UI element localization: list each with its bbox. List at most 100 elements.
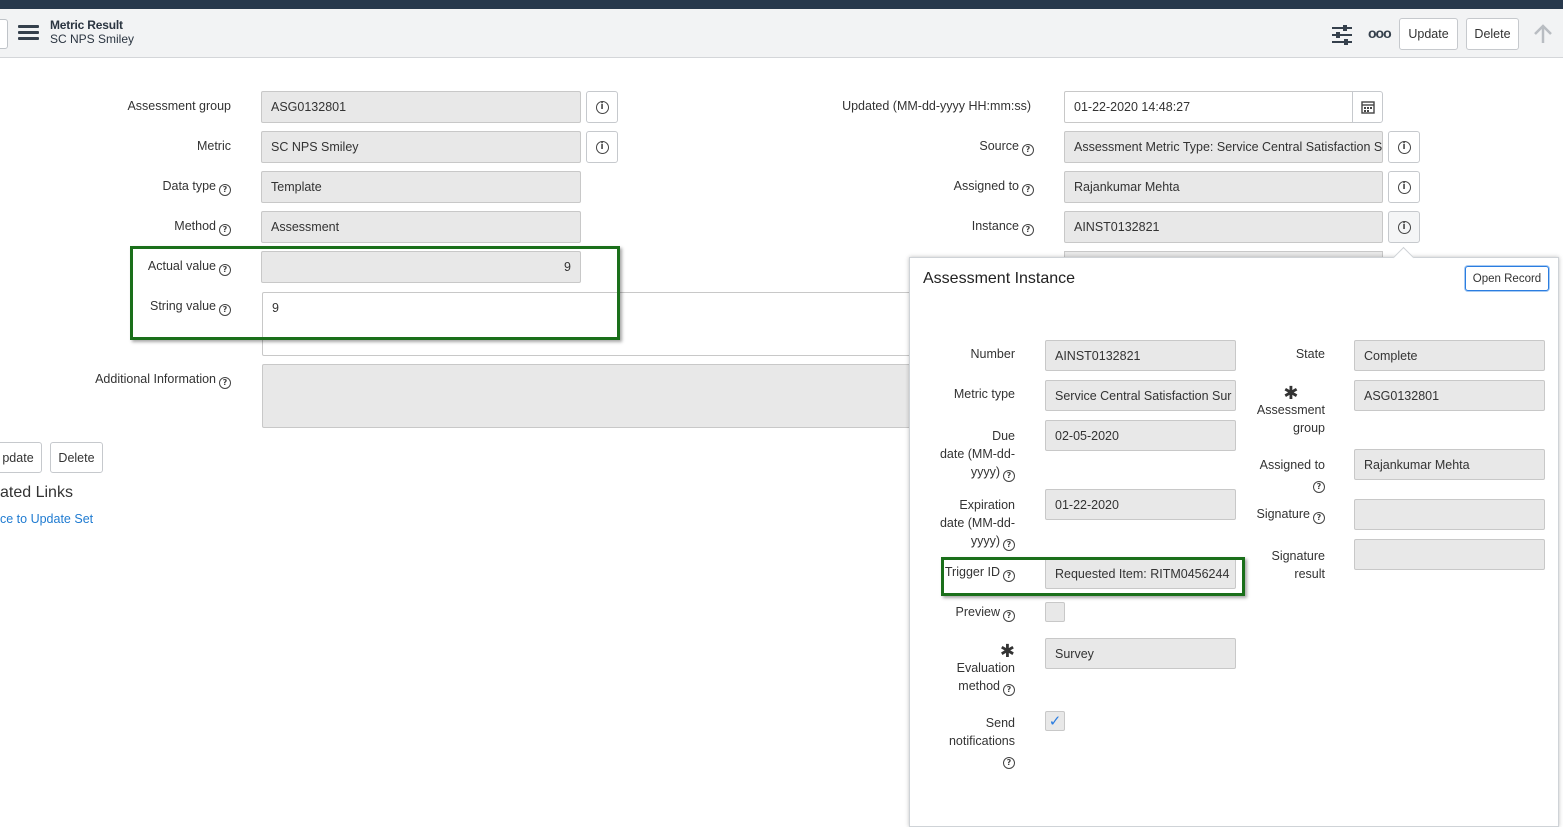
help-icon[interactable]: ? — [1022, 224, 1034, 236]
number-label: Number — [970, 347, 1015, 361]
evaluation-method-field[interactable]: Survey — [1045, 638, 1236, 669]
due-date-label-line2: date (MM-dd- — [939, 447, 1015, 461]
popup-assigned-to-label: Assigned to — [1259, 458, 1325, 472]
preview-checkbox[interactable] — [1045, 602, 1065, 622]
help-icon[interactable]: ? — [1003, 470, 1015, 482]
signature-label-wrap: Signature? — [1256, 507, 1325, 524]
update-set-link[interactable]: ce to Update Set — [0, 512, 93, 526]
assigned-to-label-wrap: Assigned to? — [954, 179, 1034, 196]
help-icon[interactable]: ? — [1003, 539, 1015, 551]
assessment-group-label: Assessment group — [127, 99, 231, 113]
info-icon: i — [595, 100, 609, 114]
source-info-button[interactable]: i — [1388, 131, 1420, 163]
state-label: State — [1295, 347, 1325, 361]
eval-method-label-line1: Evaluation — [956, 661, 1015, 675]
method-field[interactable]: Assessment — [261, 211, 581, 243]
info-icon: i — [1397, 140, 1411, 154]
signature-label: Signature — [1256, 507, 1310, 521]
record-type-title: Metric Result — [50, 18, 123, 32]
help-icon[interactable]: ? — [219, 224, 231, 236]
signature-result-field[interactable] — [1354, 539, 1545, 570]
info-icon: i — [1397, 180, 1411, 194]
metric-field[interactable]: SC NPS Smiley — [261, 131, 581, 163]
evaluation-method-label-wrap: ✱ Evaluation method? — [956, 643, 1015, 696]
assessment-group-info-button[interactable]: i — [586, 91, 618, 123]
source-field[interactable]: Assessment Metric Type: Service Central … — [1064, 131, 1383, 163]
more-options-icon[interactable]: ooo — [1368, 25, 1392, 41]
due-date-label-line3: yyyy) — [970, 465, 1000, 479]
record-display-value: SC NPS Smiley — [50, 32, 135, 46]
help-icon[interactable]: ? — [1022, 144, 1034, 156]
popup-assigned-to-field[interactable]: Rajankumar Mehta — [1354, 449, 1545, 480]
form-header — [0, 9, 1563, 58]
source-label: Source — [979, 139, 1019, 153]
expiration-label-line3: yyyy) — [970, 534, 1000, 548]
instance-info-button[interactable]: i — [1388, 211, 1420, 243]
due-date-field[interactable]: 02-05-2020 — [1045, 420, 1236, 451]
metric-label: Metric — [196, 139, 231, 153]
due-date-label-wrap: Due date (MM-dd- yyyy)? — [940, 427, 1015, 482]
assigned-to-info-button[interactable]: i — [1388, 171, 1420, 203]
popup-assessment-group-field[interactable]: ASG0132801 — [1354, 380, 1545, 411]
help-icon[interactable]: ? — [1313, 481, 1325, 493]
arrow-up-icon[interactable] — [1532, 23, 1554, 48]
expiration-date-field[interactable]: 01-22-2020 — [1045, 489, 1236, 520]
data-type-label-wrap: Data type? — [162, 179, 231, 196]
data-type-field[interactable]: Template — [261, 171, 581, 203]
help-icon[interactable]: ? — [1022, 184, 1034, 196]
required-icon: ✱ — [1283, 383, 1299, 404]
send-notifications-checkbox[interactable]: ✓ — [1045, 711, 1065, 731]
metric-info-button[interactable]: i — [586, 131, 618, 163]
help-icon[interactable]: ? — [219, 184, 231, 196]
updated-field[interactable]: 01-22-2020 14:48:27 — [1064, 91, 1354, 123]
method-label-wrap: Method? — [174, 219, 231, 236]
popup-title: Assessment Instance — [923, 270, 1076, 287]
send-notif-label-line1: Send — [985, 716, 1015, 730]
help-icon[interactable]: ? — [1003, 610, 1015, 622]
send-notif-label-line2: notifications — [948, 734, 1015, 748]
footer-delete-button[interactable]: Delete — [50, 442, 103, 473]
info-icon: i — [595, 140, 609, 154]
popup-assessment-group-label-wrap: ✱ Assessment group — [1257, 383, 1325, 437]
info-icon: i — [1397, 220, 1411, 234]
popup-assigned-to-label-wrap: Assigned to ? — [1260, 456, 1325, 493]
popup-assessment-group-label-line2: group — [1293, 421, 1325, 435]
back-tab[interactable] — [0, 19, 8, 49]
due-date-label-line1: Due — [992, 429, 1015, 443]
help-icon[interactable]: ? — [1313, 512, 1325, 524]
header-delete-button[interactable]: Delete — [1466, 18, 1519, 50]
send-notifications-label-wrap: Send notifications ? — [949, 714, 1015, 769]
state-field[interactable]: Complete — [1354, 340, 1545, 371]
help-icon[interactable]: ? — [219, 377, 231, 389]
instance-label: Instance — [971, 219, 1019, 233]
actual-string-value-highlight — [130, 246, 620, 340]
assessment-group-field[interactable]: ASG0132801 — [261, 91, 581, 123]
signature-field[interactable] — [1354, 499, 1545, 530]
footer-update-button[interactable]: pdate — [0, 442, 42, 473]
metric-type-label: Metric type — [953, 387, 1015, 401]
open-record-button[interactable]: Open Record — [1465, 266, 1549, 291]
updated-label: Updated (MM-dd-yyyy HH:mm:ss) — [842, 99, 1031, 113]
signature-result-label-line2: result — [1294, 567, 1325, 581]
preview-label: Preview — [955, 605, 1000, 619]
help-icon[interactable]: ? — [1003, 684, 1015, 696]
data-type-label: Data type — [162, 179, 216, 193]
expiration-date-label-wrap: Expiration date (MM-dd- yyyy)? — [940, 496, 1015, 551]
method-label: Method — [174, 219, 216, 233]
number-field[interactable]: AINST0132821 — [1045, 340, 1236, 371]
personalize-sliders-icon[interactable] — [1330, 24, 1354, 46]
eval-method-label-line2: method — [958, 679, 1000, 693]
signature-result-label-line1: Signature — [1271, 549, 1325, 563]
additional-info-label-wrap: Additional Information? — [95, 372, 231, 389]
header-update-button[interactable]: Update — [1399, 18, 1458, 50]
top-strip — [0, 0, 1563, 9]
metric-type-field[interactable]: Service Central Satisfaction Sur — [1045, 380, 1236, 411]
hamburger-menu-icon[interactable] — [18, 23, 40, 43]
additional-info-field[interactable] — [262, 364, 922, 428]
preview-label-wrap: Preview? — [956, 605, 1015, 622]
instance-field[interactable]: AINST0132821 — [1064, 211, 1383, 243]
calendar-button[interactable] — [1352, 91, 1383, 123]
help-icon[interactable]: ? — [1003, 757, 1015, 769]
assigned-to-field[interactable]: Rajankumar Mehta — [1064, 171, 1383, 203]
expiration-label-line2: date (MM-dd- — [939, 516, 1015, 530]
